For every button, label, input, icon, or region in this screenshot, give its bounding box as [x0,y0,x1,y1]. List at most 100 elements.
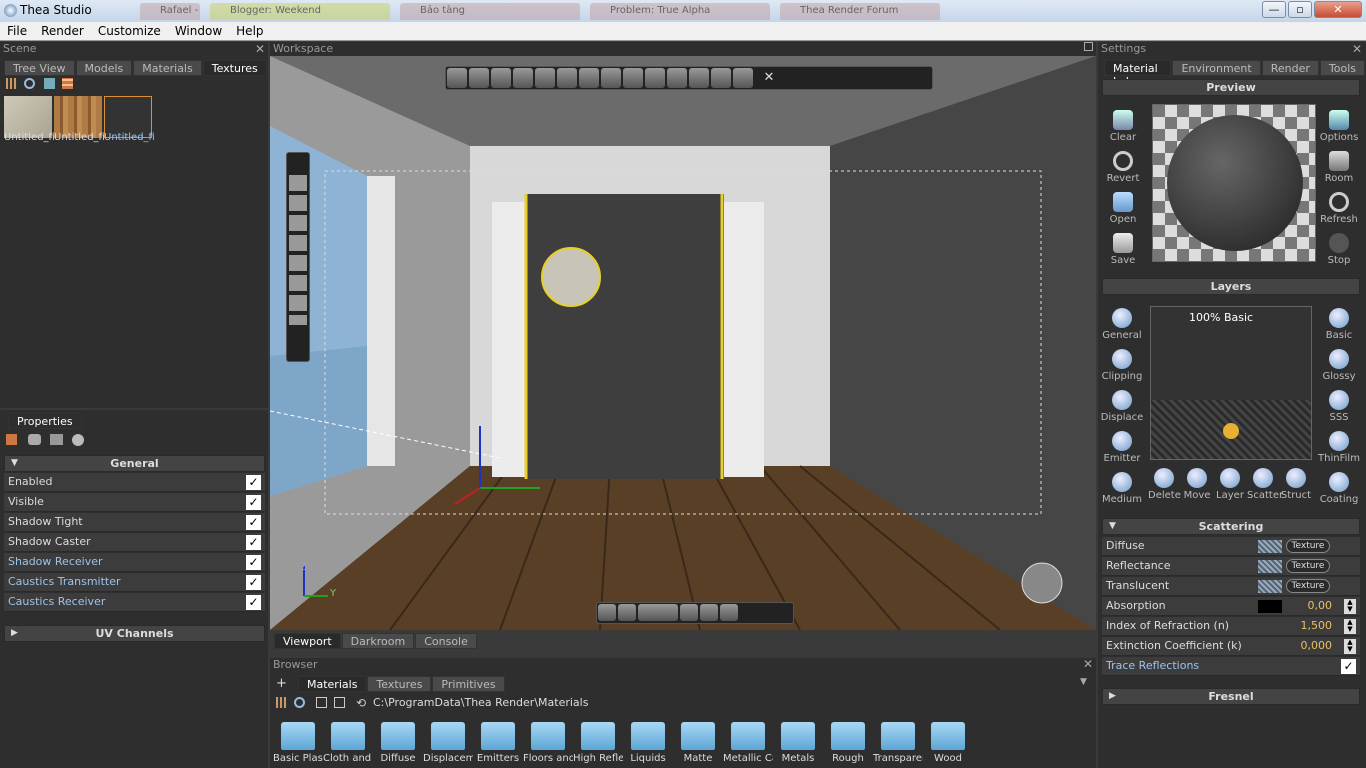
camera-icon[interactable] [618,604,636,621]
layer-move-button[interactable]: Move [1181,468,1213,501]
tab-materials[interactable]: Materials [133,60,202,76]
tools-icon[interactable] [733,68,753,88]
fresnel-section[interactable]: ▶ Fresnel [1102,688,1360,705]
layer-clipping-button[interactable]: Clipping [1099,349,1145,382]
save-button[interactable]: Save [1100,233,1146,266]
background-tab[interactable]: Bảo tàng [400,3,580,20]
open-button[interactable]: Open [1100,192,1146,225]
folder-label[interactable]: Displaceme [423,753,473,764]
tab-material-lab[interactable]: Material Lab [1104,60,1172,88]
layer-coating-button[interactable]: Coating [1316,472,1362,505]
tab-textures[interactable]: Textures [202,60,267,76]
shadow-receiver-checkbox[interactable]: ✓ [246,555,261,570]
translucent-texture-button[interactable]: Texture [1286,579,1330,593]
tab-tree-view[interactable]: Tree View [4,60,75,76]
diffuse-swatch[interactable] [1258,540,1282,553]
layer-thinfilm-button[interactable]: ThinFilm [1316,431,1362,464]
caustics-transmitter-checkbox[interactable]: ✓ [246,575,261,590]
add-icon[interactable]: + [276,676,287,691]
refresh-button[interactable]: Refresh [1316,192,1362,225]
menu-file[interactable]: File [0,22,34,38]
close-button[interactable]: ✕ [1314,1,1362,18]
refresh-icon[interactable]: ⟲ [356,696,366,710]
link-icon[interactable] [28,434,41,445]
stop-button[interactable]: Stop [1316,233,1362,266]
grid-view-icon[interactable] [667,68,687,88]
background-tab[interactable]: Rafael - Modeling an [140,3,200,20]
light-icon[interactable] [72,434,84,446]
folder-label[interactable]: Emitters [473,753,523,764]
folder-label[interactable]: Metallic Car [723,753,773,764]
redo-icon[interactable] [491,68,511,88]
reflectance-swatch[interactable] [1258,560,1282,573]
folder-label[interactable]: Liquids [623,753,673,764]
grid-icon[interactable] [6,78,17,89]
layer-basic-button[interactable]: Basic [1316,308,1362,341]
toolbar-close-icon[interactable]: ✕ [764,70,775,85]
folder-label[interactable]: High Reflec [573,753,623,764]
layer-delete-button[interactable]: Delete [1148,468,1181,501]
tab-viewport[interactable]: Viewport [274,633,341,649]
scale-icon[interactable] [557,68,577,88]
folder-up-icon[interactable] [316,697,327,708]
tab-browser-primitives[interactable]: Primitives [432,676,505,692]
folder-icon[interactable] [731,722,765,750]
layer-general-button[interactable]: General [1099,308,1145,341]
translucent-swatch[interactable] [1258,580,1282,593]
select-tool-icon[interactable] [447,68,467,88]
reflectance-texture-button[interactable]: Texture [1286,559,1330,573]
absorption-value[interactable]: 0,00 [1308,597,1333,615]
revert-button[interactable]: Revert [1100,151,1146,184]
folder-icon[interactable] [381,722,415,750]
display-icon[interactable] [680,604,698,621]
diffuse-texture-button[interactable]: Texture [1286,539,1330,553]
scattering-section[interactable]: ▼ Scattering [1102,518,1360,535]
tab-browser-textures[interactable]: Textures [367,676,432,692]
search-icon[interactable] [24,78,35,89]
axis-icon[interactable] [601,68,621,88]
folder-icon[interactable] [431,722,465,750]
camera-icon[interactable] [50,434,63,445]
folder-icon[interactable] [581,722,615,750]
options-button[interactable]: Options [1316,110,1362,143]
general-section[interactable]: ▼ General [4,455,265,472]
folder-icon[interactable] [681,722,715,750]
folder-icon[interactable] [481,722,515,750]
folder-label[interactable]: Matte [673,753,723,764]
layer-glossy-button[interactable]: Glossy [1316,349,1362,382]
extinction-spinner[interactable]: ▲ ▼ [1344,639,1356,654]
crop-icon[interactable] [720,604,738,621]
settings-gear-icon[interactable] [711,68,731,88]
object-icon[interactable] [6,434,17,445]
tab-browser-materials[interactable]: Materials [298,676,367,692]
texture-icon[interactable] [62,78,73,89]
folder-icon[interactable] [881,722,915,750]
background-tab[interactable]: Problem: True Alpha [590,3,770,20]
delete-icon[interactable] [623,68,643,88]
layer-medium-button[interactable]: Medium [1099,472,1145,505]
visible-checkbox[interactable]: ✓ [246,495,261,510]
uv-channels-section[interactable]: ▶ UV Channels [4,625,265,642]
viewport[interactable]: Z Y ✕ [270,56,1096,630]
browser-close-icon[interactable]: ✕ [1083,657,1093,671]
view-icon[interactable] [645,68,665,88]
settings-close-icon[interactable]: ✕ [1352,42,1362,56]
vertical-tool-icons[interactable] [289,175,307,325]
workspace-maximize-icon[interactable] [1084,42,1093,51]
camera-slider[interactable] [638,604,678,621]
folder-label[interactable]: Diffuse [373,753,423,764]
room-button[interactable]: Room [1316,151,1362,184]
material-preview[interactable] [1152,104,1316,262]
scene-close-icon[interactable]: ✕ [255,42,265,56]
absorption-spinner[interactable]: ▲ ▼ [1344,599,1356,614]
clear-button[interactable]: Clear [1100,110,1146,143]
save-icon[interactable] [334,697,345,708]
menu-customize[interactable]: Customize [91,22,168,38]
folder-label[interactable]: Rough [823,753,873,764]
tab-console[interactable]: Console [415,633,477,649]
folder-label[interactable]: Wood [923,753,973,764]
render-region-icon[interactable] [598,604,616,621]
minimize-button[interactable]: — [1262,1,1286,18]
enabled-checkbox[interactable]: ✓ [246,475,261,490]
shadow-tight-checkbox[interactable]: ✓ [246,515,261,530]
